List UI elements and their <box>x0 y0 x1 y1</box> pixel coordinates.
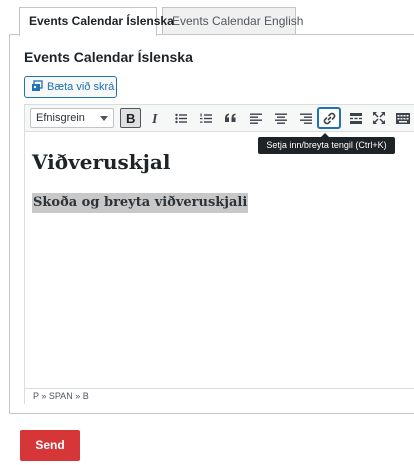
italic-icon: I <box>151 112 161 124</box>
bold-icon: B <box>125 112 136 124</box>
fullscreen-icon <box>372 112 385 124</box>
add-media-icon <box>31 79 43 91</box>
link-tooltip: Setja inn/breyta tengil (Ctrl+K) <box>258 133 395 154</box>
align-center-button[interactable] <box>270 108 291 128</box>
add-media-button[interactable]: Bæta við skrá <box>24 76 117 98</box>
bulleted-list-button[interactable] <box>170 108 191 128</box>
align-center-icon <box>274 113 287 124</box>
align-right-icon <box>299 113 312 124</box>
send-button[interactable]: Send <box>20 430 80 461</box>
align-left-icon <box>249 113 262 124</box>
kitchen-sink-icon <box>395 112 410 124</box>
tab-bar: Events Calendar Íslenska Events Calendar… <box>0 0 414 36</box>
editor-path-statusbar: P » SPAN » B <box>25 388 414 404</box>
format-select[interactable]: Efnisgrein <box>30 108 114 128</box>
numbered-list-icon <box>199 113 212 124</box>
blockquote-icon <box>224 113 237 123</box>
bullet-list-icon <box>174 113 187 124</box>
bold-button[interactable]: B <box>120 108 141 128</box>
tab-events-calendar-english[interactable]: Events Calendar English <box>162 7 303 34</box>
chevron-down-icon <box>100 116 108 121</box>
read-more-button[interactable] <box>345 108 366 128</box>
tab-events-calendar-islenska[interactable]: Events Calendar Íslenska <box>19 7 174 36</box>
content-paragraph[interactable]: Skoða og breyta viðveruskjali <box>32 193 249 213</box>
format-select-value: Efnisgrein <box>36 112 85 124</box>
panel-title: Events Calendar Íslenska <box>24 49 193 65</box>
blockquote-button[interactable] <box>220 108 241 128</box>
align-left-button[interactable] <box>245 108 266 128</box>
link-button[interactable] <box>318 108 340 128</box>
element-path: P » SPAN » B <box>33 391 89 401</box>
add-media-label: Bæta við skrá <box>47 81 115 93</box>
content-heading[interactable]: Viðveruskjal <box>32 150 170 174</box>
link-icon <box>323 112 336 125</box>
svg-text:I: I <box>151 112 158 124</box>
fullscreen-button[interactable] <box>368 108 389 128</box>
read-more-icon <box>349 112 362 124</box>
numbered-list-button[interactable] <box>195 108 216 128</box>
italic-button[interactable]: I <box>145 108 166 128</box>
align-right-button[interactable] <box>295 108 316 128</box>
svg-text:B: B <box>126 112 135 124</box>
toolbar-toggle-button[interactable] <box>392 108 413 128</box>
